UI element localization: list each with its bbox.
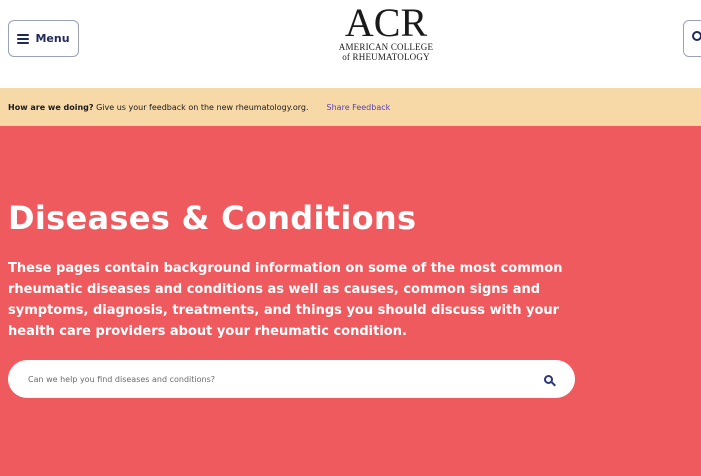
page-title: Diseases & Conditions [8,199,417,237]
hero-description: These pages contain background informati… [8,261,563,339]
header-search-button[interactable] [683,20,701,57]
feedback-message: Give us your feedback on the new rheumat… [93,102,309,112]
site-header: Menu ACR AMERICAN COLLEGE of RHEUMATOLOG… [0,0,701,88]
feedback-banner: How are we doing? Give us your feedback … [0,88,701,126]
search-icon [692,31,701,41]
menu-label: Menu [35,32,70,45]
hamburger-icon [17,33,30,44]
menu-button[interactable]: Menu [8,20,79,57]
disease-search-input[interactable] [26,373,544,385]
search-icon[interactable] [544,374,553,384]
disease-search-bar[interactable] [8,360,575,398]
feedback-question: How are we doing? [8,102,94,112]
logo-line-1: AMERICAN COLLEGE [338,42,434,52]
acr-logo[interactable]: ACR AMERICAN COLLEGE of RHEUMATOLOGY [332,0,440,68]
logo-line-2: of RHEUMATOLOGY [342,52,430,62]
share-feedback-link[interactable]: Share Feedback [327,103,391,112]
logo-acr: ACR [344,0,428,45]
hero-section: Diseases & Conditions These pages contai… [0,126,701,476]
